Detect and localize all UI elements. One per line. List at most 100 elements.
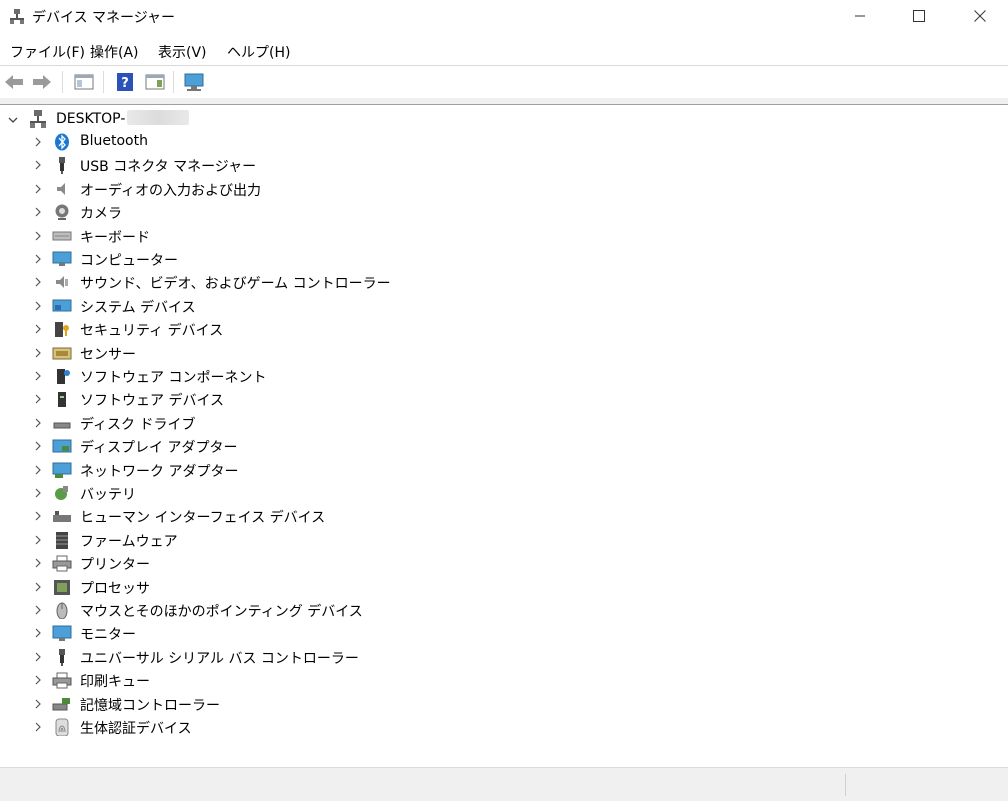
chevron-right-icon[interactable] bbox=[33, 418, 43, 428]
tree-category-row[interactable]: ユニバーサル シリアル バス コントローラー bbox=[0, 646, 500, 668]
software-component-icon bbox=[57, 369, 70, 384]
menu-view[interactable]: 表示(V) bbox=[158, 42, 207, 62]
properties-icon bbox=[145, 74, 165, 90]
chevron-right-icon[interactable] bbox=[33, 699, 43, 709]
tree-category-row[interactable]: ヒューマン インターフェイス デバイス bbox=[0, 505, 500, 527]
tree-category-label: バッテリ bbox=[80, 487, 136, 503]
close-icon bbox=[974, 10, 986, 22]
tree-category-label: 生体認証デバイス bbox=[80, 721, 192, 737]
tree-category-row[interactable]: ネットワーク アダプター bbox=[0, 459, 500, 481]
tree-category-label: プロセッサ bbox=[80, 580, 150, 597]
computer-root-icon bbox=[30, 110, 46, 128]
tree-category-row[interactable]: モニター bbox=[0, 622, 500, 644]
show-hide-console-tree-button[interactable] bbox=[72, 70, 96, 94]
tree-category-row[interactable]: システム デバイス bbox=[0, 295, 500, 317]
chevron-right-icon[interactable] bbox=[33, 511, 43, 521]
device-manager-app-icon bbox=[10, 9, 24, 24]
chevron-right-icon[interactable] bbox=[33, 441, 43, 451]
chevron-right-icon[interactable] bbox=[33, 535, 43, 545]
chevron-right-icon[interactable] bbox=[33, 371, 43, 381]
tree-category-label: セキュリティ デバイス bbox=[80, 323, 224, 340]
minimize-button[interactable] bbox=[837, 0, 883, 32]
chevron-right-icon[interactable] bbox=[33, 137, 43, 147]
scan-hardware-button[interactable] bbox=[182, 70, 206, 94]
chevron-right-icon[interactable] bbox=[33, 254, 43, 264]
tree-category-row[interactable]: サウンド、ビデオ、およびゲーム コントローラー bbox=[0, 271, 500, 293]
tree-category-label: プリンター bbox=[80, 557, 150, 574]
tree-category-label: 記憶域コントローラー bbox=[80, 697, 220, 714]
system-device-icon bbox=[52, 299, 72, 312]
tree-category-row[interactable]: 生体認証デバイス bbox=[0, 716, 500, 738]
tree-category-label: ソフトウェア コンポーネント bbox=[80, 370, 267, 386]
tree-category-row[interactable]: プロセッサ bbox=[0, 576, 500, 598]
maximize-button[interactable] bbox=[896, 0, 942, 32]
help-icon: ? bbox=[117, 73, 133, 91]
window-title: デバイス マネージャー bbox=[32, 10, 176, 26]
chevron-down-icon[interactable] bbox=[8, 115, 18, 125]
menu-action[interactable]: 操作(A) bbox=[90, 42, 139, 62]
help-button[interactable]: ? bbox=[113, 70, 137, 94]
mouse-icon bbox=[56, 602, 68, 619]
chevron-right-icon[interactable] bbox=[33, 160, 43, 170]
masked-computer-name bbox=[127, 110, 190, 125]
tree-category-row[interactable]: マウスとそのほかのポインティング デバイス bbox=[0, 599, 500, 621]
chevron-right-icon[interactable] bbox=[33, 231, 43, 241]
maximize-icon bbox=[913, 10, 925, 22]
tree-category-row[interactable]: 記憶域コントローラー bbox=[0, 693, 500, 715]
device-tree[interactable]: DESKTOP- Bluetooth USB コネクタ マネージャー オーディオの入… bbox=[0, 105, 1008, 767]
tree-category-row[interactable]: 印刷キュー bbox=[0, 669, 500, 691]
speaker-icon bbox=[57, 182, 65, 195]
tree-category-row[interactable]: オーディオの入力および出力 bbox=[0, 178, 500, 200]
chevron-right-icon[interactable] bbox=[33, 558, 43, 568]
back-button[interactable] bbox=[2, 70, 26, 94]
tree-category-row[interactable]: コンピューター bbox=[0, 248, 500, 270]
chevron-right-icon[interactable] bbox=[33, 628, 43, 638]
chevron-right-icon[interactable] bbox=[33, 605, 43, 615]
chevron-right-icon[interactable] bbox=[33, 722, 43, 732]
tree-category-row[interactable]: プリンター bbox=[0, 552, 500, 574]
menu-help[interactable]: ヘルプ(H) bbox=[227, 42, 290, 62]
tree-category-label: Bluetooth bbox=[80, 133, 148, 149]
tree-category-row[interactable]: USB コネクタ マネージャー bbox=[0, 154, 500, 176]
chevron-right-icon[interactable] bbox=[33, 301, 43, 311]
tree-category-label: ディスプレイ アダプター bbox=[80, 440, 238, 457]
chevron-right-icon[interactable] bbox=[33, 488, 43, 498]
tree-category-row[interactable]: ファームウェア bbox=[0, 529, 500, 551]
tree-category-row[interactable]: ディスク ドライブ bbox=[0, 412, 500, 434]
menu-file[interactable]: ファイル(F) bbox=[10, 42, 85, 62]
biometric-icon bbox=[55, 718, 69, 736]
chevron-right-icon[interactable] bbox=[33, 675, 43, 685]
properties-button[interactable] bbox=[143, 70, 167, 94]
tree-category-label: モニター bbox=[80, 627, 136, 644]
tree-category-row[interactable]: カメラ bbox=[0, 201, 500, 223]
tree-category-row[interactable]: ソフトウェア コンポーネント bbox=[0, 365, 500, 387]
chevron-right-icon[interactable] bbox=[33, 348, 43, 358]
chevron-right-icon[interactable] bbox=[33, 207, 43, 217]
tree-category-label: ユニバーサル シリアル バス コントローラー bbox=[80, 650, 359, 667]
tree-root-node[interactable]: DESKTOP- bbox=[0, 108, 400, 130]
tree-category-row[interactable]: ディスプレイ アダプター bbox=[0, 435, 500, 457]
back-arrow-icon bbox=[5, 75, 23, 89]
chevron-right-icon[interactable] bbox=[33, 277, 43, 287]
tree-category-row[interactable]: Bluetooth bbox=[0, 131, 500, 153]
tree-category-row[interactable]: ソフトウェア デバイス bbox=[0, 388, 500, 410]
tree-category-row[interactable]: バッテリ bbox=[0, 482, 500, 504]
chevron-right-icon[interactable] bbox=[33, 324, 43, 334]
tree-category-row[interactable]: キーボード bbox=[0, 225, 500, 247]
computer-icon bbox=[52, 251, 72, 266]
chevron-right-icon[interactable] bbox=[33, 184, 43, 194]
chevron-right-icon[interactable] bbox=[33, 394, 43, 404]
sound-icon bbox=[56, 276, 68, 289]
tree-category-row[interactable]: セキュリティ デバイス bbox=[0, 318, 500, 340]
chevron-right-icon[interactable] bbox=[33, 652, 43, 662]
disk-drive-icon bbox=[53, 422, 71, 429]
show-hide-console-tree-icon bbox=[74, 74, 94, 90]
chevron-right-icon[interactable] bbox=[33, 465, 43, 475]
hid-icon bbox=[53, 511, 71, 523]
tree-category-label: システム デバイス bbox=[80, 299, 196, 316]
tree-category-label: マウスとそのほかのポインティング デバイス bbox=[80, 604, 363, 620]
close-button[interactable] bbox=[957, 0, 1003, 32]
chevron-right-icon[interactable] bbox=[33, 582, 43, 592]
forward-button[interactable] bbox=[30, 70, 54, 94]
tree-category-row[interactable]: センサー bbox=[0, 342, 500, 364]
